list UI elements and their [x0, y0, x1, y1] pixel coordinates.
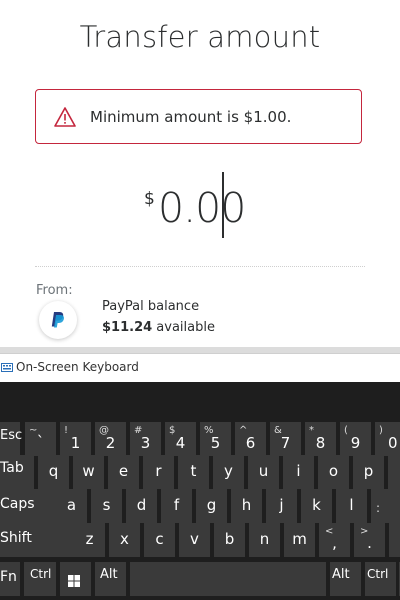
balance-suffix: available [152, 320, 215, 335]
key-z[interactable]: z [74, 523, 105, 557]
key-shift[interactable]: Shift [0, 523, 76, 557]
osk-titlebar[interactable]: On-Screen Keyboard [0, 353, 400, 383]
key-windows[interactable] [60, 562, 91, 596]
key-c[interactable]: c [144, 523, 175, 557]
key-alt-left[interactable]: Alt [95, 562, 126, 596]
key-j[interactable]: j [266, 489, 297, 523]
amount-input[interactable]: 0.00 [158, 184, 246, 232]
key-i[interactable]: i [283, 455, 314, 489]
key-2[interactable]: @2 [95, 422, 126, 456]
key-6[interactable]: ^ 6 [235, 422, 266, 456]
amount-field[interactable]: $ 0.00 [0, 172, 400, 240]
key-slash[interactable] [389, 523, 400, 557]
key-f[interactable]: f [161, 489, 192, 523]
key-alt-right[interactable]: Alt [330, 562, 361, 596]
key-h[interactable]: h [231, 489, 262, 523]
key-k[interactable]: k [301, 489, 332, 523]
text-cursor [222, 172, 224, 238]
key-p[interactable]: p [353, 455, 384, 489]
key-backtick[interactable]: ~ ` [25, 422, 56, 456]
account-name: PayPal balance [102, 299, 200, 314]
key-e[interactable]: e [108, 455, 139, 489]
on-screen-keyboard: Esc ~ ` ! 1 @2 #3 $4 % 5 ^ 6 & 7 * 8 (9 ) 0 Tab… [0, 382, 400, 600]
osk-title: On-Screen Keyboard [16, 360, 139, 374]
key-n[interactable]: n [249, 523, 280, 557]
key-3[interactable]: #3 [130, 422, 161, 456]
key-1[interactable]: ! 1 [60, 422, 91, 456]
key-x[interactable]: x [109, 523, 140, 557]
windows-logo-icon [68, 575, 80, 587]
key-b[interactable]: b [214, 523, 245, 557]
key-y[interactable]: y [213, 455, 244, 489]
key-fn[interactable]: Fn [0, 562, 20, 596]
key-7[interactable]: & 7 [270, 422, 301, 456]
key-space[interactable] [130, 562, 326, 596]
key-q[interactable]: q [38, 455, 69, 489]
key-8[interactable]: * 8 [305, 422, 336, 456]
key-5[interactable]: % 5 [200, 422, 231, 456]
key-r[interactable]: r [143, 455, 174, 489]
currency-symbol: $ [144, 189, 155, 209]
key-bracket[interactable] [388, 455, 400, 489]
paypal-logo-icon [39, 301, 77, 339]
from-label: From: [36, 283, 73, 298]
key-w[interactable]: w [73, 455, 104, 489]
key-v[interactable]: v [179, 523, 210, 557]
key-semicolon[interactable]: : [371, 489, 400, 523]
key-ctrl-left[interactable]: Ctrl [24, 562, 56, 596]
key-g[interactable]: g [196, 489, 227, 523]
key-ctrl-right[interactable]: Ctrl [365, 562, 396, 596]
key-s[interactable]: s [91, 489, 122, 523]
key-t[interactable]: t [178, 455, 209, 489]
key-9[interactable]: (9 [340, 422, 371, 456]
keyboard-icon [1, 363, 13, 372]
alert-message: Minimum amount is $1.00. [90, 108, 292, 126]
key-d[interactable]: d [126, 489, 157, 523]
divider [35, 266, 365, 267]
key-caps[interactable]: Caps [0, 489, 56, 523]
error-alert: Minimum amount is $1.00. [35, 89, 362, 144]
key-period[interactable]: >. [354, 523, 385, 557]
key-comma[interactable]: <, [319, 523, 350, 557]
page-title: Transfer amount [79, 20, 321, 54]
balance-amount: $11.24 [102, 320, 153, 335]
key-u[interactable]: u [248, 455, 279, 489]
key-m[interactable]: m [284, 523, 315, 557]
key-o[interactable]: o [318, 455, 349, 489]
key-esc[interactable]: Esc [0, 422, 22, 456]
key-4[interactable]: $4 [165, 422, 196, 456]
account-balance: $11.24 available [102, 320, 215, 335]
warning-icon [54, 107, 76, 127]
key-0[interactable]: ) 0 [375, 422, 400, 456]
key-l[interactable]: l [336, 489, 367, 523]
key-a[interactable]: a [56, 489, 87, 523]
key-tab[interactable]: Tab [0, 455, 34, 489]
